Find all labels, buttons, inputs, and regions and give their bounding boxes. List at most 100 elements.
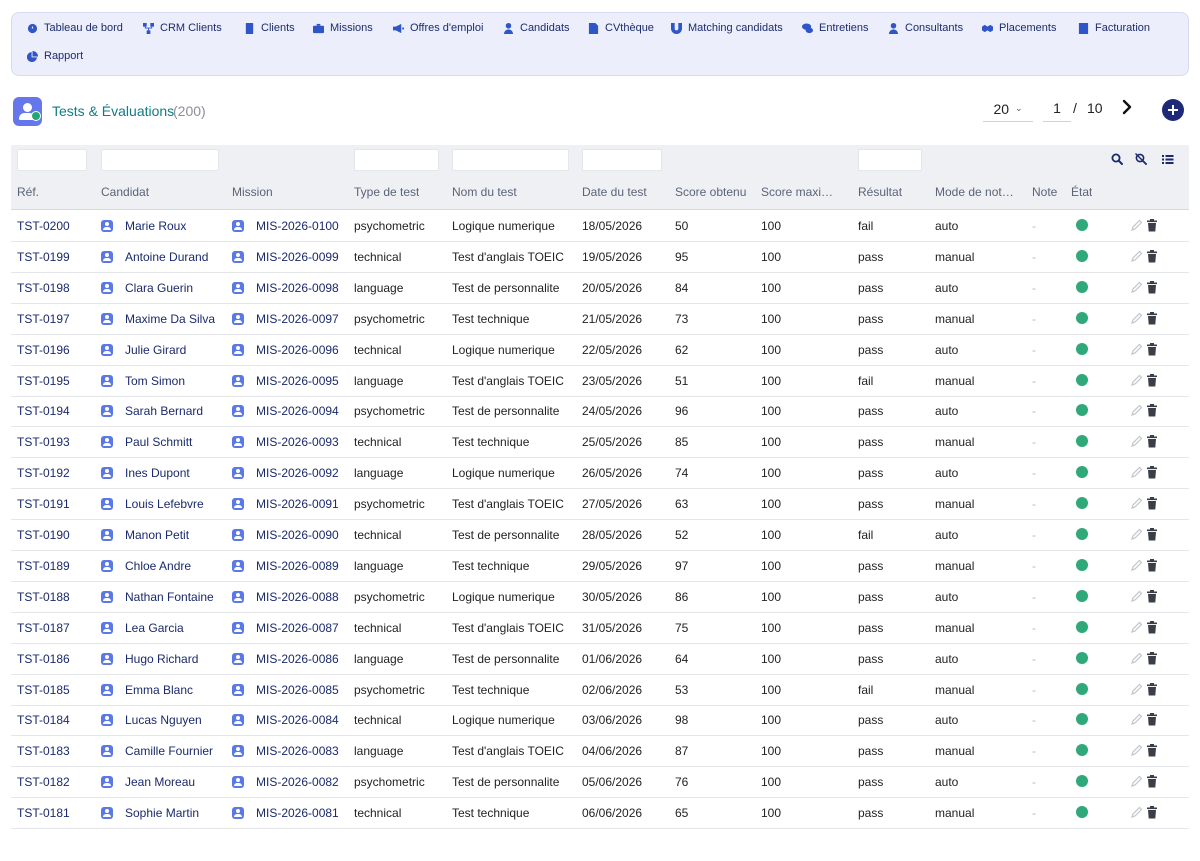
cell-mission[interactable]: MIS-2026-0100 [256, 219, 339, 233]
edit-icon[interactable] [1130, 775, 1143, 788]
cell-mission[interactable]: MIS-2026-0088 [256, 590, 339, 604]
cell-candidate[interactable]: Sophie Martin [125, 806, 199, 820]
edit-icon[interactable] [1130, 404, 1143, 417]
edit-icon[interactable] [1130, 312, 1143, 325]
trash-icon[interactable] [1146, 404, 1158, 417]
cell-candidate[interactable]: Chloe Andre [125, 559, 191, 573]
cell-mission[interactable]: MIS-2026-0099 [256, 250, 339, 264]
filter-ref[interactable] [17, 149, 87, 171]
cell-candidate[interactable]: Emma Blanc [125, 683, 193, 697]
cell-ref[interactable]: TST-0189 [17, 559, 70, 573]
edit-icon[interactable] [1130, 590, 1143, 603]
table-row[interactable]: TST-0196 Julie Girard MIS-2026-0096 technic… [11, 335, 1189, 366]
cell-candidate[interactable]: Camille Fournier [125, 744, 213, 758]
trash-icon[interactable] [1146, 249, 1158, 263]
cell-candidate[interactable]: Ines Dupont [125, 466, 190, 480]
nav-item-7[interactable]: Matching candidats [671, 18, 783, 38]
table-row[interactable]: TST-0191 Louis Lefebvre MIS-2026-0091 psych… [11, 489, 1189, 521]
edit-icon[interactable] [1130, 713, 1143, 726]
edit-icon[interactable] [1130, 343, 1143, 356]
trash-icon[interactable] [1146, 744, 1158, 757]
cell-ref[interactable]: TST-0188 [17, 590, 70, 604]
cell-ref[interactable]: TST-0182 [17, 775, 70, 789]
trash-icon[interactable] [1146, 435, 1158, 448]
cell-mission[interactable]: MIS-2026-0091 [256, 497, 339, 511]
column-header[interactable]: Réf. [17, 185, 39, 199]
cell-mission[interactable]: MIS-2026-0083 [256, 744, 339, 758]
cell-candidate[interactable]: Louis Lefebvre [125, 497, 204, 511]
cell-candidate[interactable]: Tom Simon [125, 374, 185, 388]
nav-item-5[interactable]: Candidats [503, 18, 570, 38]
page-size-select[interactable]: 20 ⌄ [983, 96, 1033, 122]
column-header[interactable]: Mission [232, 185, 273, 199]
edit-icon[interactable] [1130, 528, 1143, 541]
edit-icon[interactable] [1130, 281, 1143, 294]
edit-icon[interactable] [1130, 374, 1143, 387]
edit-icon[interactable] [1130, 683, 1143, 696]
cell-mission[interactable]: MIS-2026-0093 [256, 435, 339, 449]
edit-icon[interactable] [1130, 435, 1143, 448]
cell-ref[interactable]: TST-0184 [17, 713, 70, 727]
nav-item-11[interactable]: Facturation [1078, 18, 1150, 38]
column-header[interactable]: Type de test [354, 185, 419, 199]
edit-icon[interactable] [1130, 250, 1143, 263]
table-row[interactable]: TST-0186 Hugo Richard MIS-2026-0086 languag… [11, 644, 1189, 675]
trash-icon[interactable] [1146, 682, 1158, 696]
column-header[interactable]: Résultat [858, 185, 902, 199]
table-row[interactable]: TST-0182 Jean Moreau MIS-2026-0082 psychome… [11, 767, 1189, 799]
search-icon[interactable] [1110, 152, 1124, 166]
table-row[interactable]: TST-0189 Chloe Andre MIS-2026-0089 language… [11, 551, 1189, 582]
column-header[interactable]: Score maxi… [761, 185, 833, 199]
cell-mission[interactable]: MIS-2026-0085 [256, 683, 339, 697]
filter-test-name[interactable] [452, 149, 569, 171]
cell-ref[interactable]: TST-0196 [17, 343, 70, 357]
trash-icon[interactable] [1146, 775, 1158, 788]
nav-item-4[interactable]: Offres d'emploi [393, 18, 483, 38]
cell-candidate[interactable]: Paul Schmitt [125, 435, 192, 449]
nav-item-9[interactable]: Consultants [888, 18, 963, 38]
trash-icon[interactable] [1146, 651, 1158, 665]
column-header[interactable]: Mode de not… [935, 185, 1014, 199]
cell-mission[interactable]: MIS-2026-0090 [256, 528, 339, 542]
trash-icon[interactable] [1146, 558, 1158, 572]
filter-candidate[interactable] [101, 149, 219, 171]
nav-item-3[interactable]: Missions [313, 18, 373, 38]
cell-candidate[interactable]: Maxime Da Silva [125, 312, 215, 326]
edit-icon[interactable] [1130, 806, 1143, 819]
cell-candidate[interactable]: Marie Roux [125, 219, 186, 233]
table-row[interactable]: TST-0193 Paul Schmitt MIS-2026-0093 technic… [11, 427, 1189, 459]
table-row[interactable]: TST-0194 Sarah Bernard MIS-2026-0094 psycho… [11, 396, 1189, 428]
table-row[interactable]: TST-0187 Lea Garcia MIS-2026-0087 technical… [11, 613, 1189, 644]
cell-ref[interactable]: TST-0192 [17, 466, 70, 480]
table-row[interactable]: TST-0195 Tom Simon MIS-2026-0095 language Te… [11, 366, 1189, 397]
table-row[interactable]: TST-0181 Sophie Martin MIS-2026-0081 techni… [11, 798, 1189, 830]
filter-type[interactable] [354, 149, 439, 171]
trash-icon[interactable] [1146, 806, 1158, 819]
table-row[interactable]: TST-0190 Manon Petit MIS-2026-0090 technica… [11, 520, 1189, 551]
nav-item-0[interactable]: Tableau de bord [27, 18, 123, 38]
table-row[interactable]: TST-0185 Emma Blanc MIS-2026-0085 psychomet… [11, 675, 1189, 706]
table-row[interactable]: TST-0188 Nathan Fontaine MIS-2026-0088 psyc… [11, 582, 1189, 613]
column-header[interactable]: Date du test [582, 185, 647, 199]
trash-icon[interactable] [1146, 311, 1158, 325]
cell-candidate[interactable]: Jean Moreau [125, 775, 195, 789]
cell-candidate[interactable]: Hugo Richard [125, 652, 198, 666]
cell-mission[interactable]: MIS-2026-0084 [256, 713, 339, 727]
nav-item-6[interactable]: CVthèque [588, 18, 654, 38]
cell-ref[interactable]: TST-0191 [17, 497, 70, 511]
cell-mission[interactable]: MIS-2026-0082 [256, 775, 339, 789]
cell-candidate[interactable]: Lucas Nguyen [125, 713, 202, 727]
cell-mission[interactable]: MIS-2026-0089 [256, 559, 339, 573]
table-row[interactable]: TST-0197 Maxime Da Silva MIS-2026-0097 psyc… [11, 304, 1189, 335]
cell-ref[interactable]: TST-0181 [17, 806, 70, 820]
cell-mission[interactable]: MIS-2026-0098 [256, 281, 339, 295]
cell-ref[interactable]: TST-0200 [17, 219, 70, 233]
trash-icon[interactable] [1146, 620, 1158, 634]
cell-candidate[interactable]: Lea Garcia [125, 621, 184, 635]
trash-icon[interactable] [1146, 342, 1158, 356]
cell-candidate[interactable]: Antoine Durand [125, 250, 208, 264]
trash-icon[interactable] [1146, 589, 1158, 603]
nav-item-10[interactable]: Placements [982, 18, 1056, 38]
filter-result[interactable] [858, 149, 922, 171]
table-row[interactable]: TST-0192 Ines Dupont MIS-2026-0092 language… [11, 458, 1189, 490]
